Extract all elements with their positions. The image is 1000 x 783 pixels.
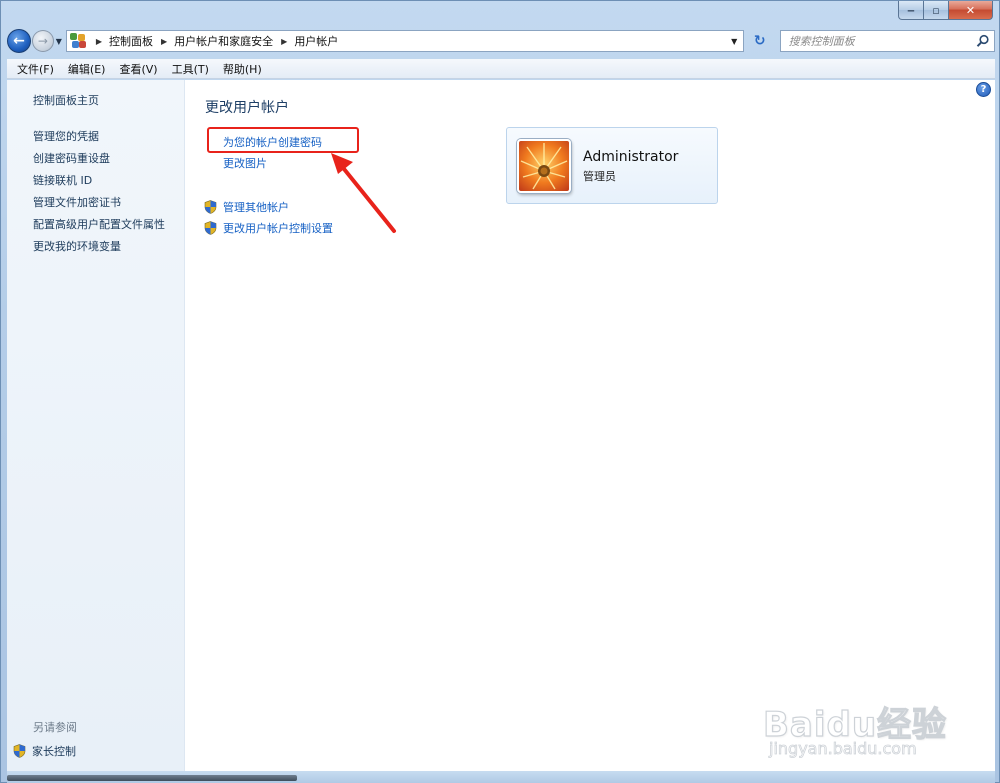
menu-bar: 文件(F) 编辑(E) 查看(V) 工具(T) 帮助(H) <box>7 59 995 79</box>
forward-arrow-icon: → <box>37 34 48 48</box>
flower-picture-icon <box>519 141 569 191</box>
breadcrumb-label: 用户帐户和家庭安全 <box>174 35 274 48</box>
maximize-button[interactable]: ▫ <box>924 1 949 20</box>
maximize-icon: ▫ <box>932 3 940 17</box>
taskbar-thumb <box>7 775 297 781</box>
sidebar-item-link-online-id[interactable]: 链接联机 ID <box>33 170 184 192</box>
recent-pages-dropdown[interactable]: ▼ <box>54 37 64 46</box>
back-arrow-icon: ← <box>13 33 25 49</box>
breadcrumb-label: 控制面板 <box>109 35 153 48</box>
address-bar[interactable]: ▶ 控制面板 ▶ 用户帐户和家庭安全 ▶ 用户帐户 ▼ <box>65 30 744 52</box>
user-name: Administrator <box>583 149 679 165</box>
search-box[interactable] <box>779 30 995 52</box>
menu-file[interactable]: 文件(F) <box>11 61 60 77</box>
user-avatar[interactable] <box>517 139 571 193</box>
change-picture-link[interactable]: 更改图片 <box>223 155 267 171</box>
page-title: 更改用户帐户 <box>205 100 289 116</box>
sidebar-control-panel-home[interactable]: 控制面板主页 <box>33 92 184 108</box>
menu-view[interactable]: 查看(V) <box>113 61 163 77</box>
close-button[interactable]: ✕ <box>949 1 993 20</box>
minimize-button[interactable]: ‒ <box>898 1 924 20</box>
refresh-button[interactable]: ↻ <box>748 30 772 52</box>
control-panel-icon <box>69 33 88 49</box>
sidebar-item-manage-credentials[interactable]: 管理您的凭据 <box>33 126 184 148</box>
content-area: 控制面板主页 管理您的凭据 创建密码重设盘 链接联机 ID 管理文件加密证书 配… <box>7 80 995 771</box>
breadcrumb-arrow-icon[interactable]: ▶ <box>281 37 287 46</box>
chevron-down-icon: ▼ <box>55 36 62 46</box>
main-panel: ? 更改用户帐户 为您的帐户创建密码 更改图片 管理其他帐户 更改用户帐户控制设… <box>185 80 995 771</box>
address-history-dropdown[interactable]: ▼ <box>726 31 743 51</box>
back-button[interactable]: ← <box>7 29 31 53</box>
window-frame: ‒ ▫ ✕ ← → ▼ ▶ 控制面板 ▶ 用户帐户和家庭安全 ▶ 用户帐户 ▼ … <box>0 0 1000 783</box>
parental-controls-label: 家长控制 <box>32 745 76 758</box>
refresh-icon: ↻ <box>753 33 766 49</box>
breadcrumb-control-panel[interactable]: ▶ 控制面板 <box>88 33 153 49</box>
close-icon: ✕ <box>965 3 976 17</box>
sidebar-item-advanced-profile-properties[interactable]: 配置高级用户配置文件属性 <box>33 214 184 236</box>
user-role: 管理员 <box>583 170 616 183</box>
chevron-down-icon: ▼ <box>731 36 738 46</box>
sidebar-item-password-reset-disk[interactable]: 创建密码重设盘 <box>33 148 184 170</box>
uac-settings-label: 更改用户帐户控制设置 <box>223 222 333 235</box>
minimize-icon: ‒ <box>907 3 915 17</box>
user-account-card: Administrator 管理员 <box>506 127 718 204</box>
sidebar-item-file-encryption-certs[interactable]: 管理文件加密证书 <box>33 192 184 214</box>
window-bottom-edge <box>7 771 995 783</box>
manage-other-accounts-label: 管理其他帐户 <box>223 201 289 214</box>
see-also-heading: 另请参阅 <box>33 721 77 734</box>
help-button[interactable]: ? <box>976 82 991 97</box>
manage-other-accounts-link[interactable]: 管理其他帐户 <box>204 199 289 215</box>
breadcrumb-arrow-icon[interactable]: ▶ <box>96 37 102 46</box>
breadcrumb-arrow-icon[interactable]: ▶ <box>161 37 167 46</box>
search-input[interactable] <box>788 34 969 48</box>
breadcrumb-user-accounts-family[interactable]: ▶ 用户帐户和家庭安全 <box>153 33 273 49</box>
navigation-bar: ← → ▼ ▶ 控制面板 ▶ 用户帐户和家庭安全 ▶ 用户帐户 ▼ ↻ 搜索控制… <box>7 27 995 55</box>
uac-settings-link[interactable]: 更改用户帐户控制设置 <box>204 220 333 236</box>
breadcrumb-user-accounts[interactable]: ▶ 用户帐户 <box>273 33 338 49</box>
sidebar-links: 管理您的凭据 创建密码重设盘 链接联机 ID 管理文件加密证书 配置高级用户配置… <box>33 126 184 258</box>
sidebar-item-parental-controls[interactable]: 家长控制 <box>13 743 76 759</box>
help-icon: ? <box>980 84 987 95</box>
uac-shield-icon <box>204 200 217 214</box>
menu-edit[interactable]: 编辑(E) <box>62 61 112 77</box>
uac-shield-icon <box>13 744 26 758</box>
caption-buttons: ‒ ▫ ✕ <box>898 1 993 21</box>
sidebar-item-environment-variables[interactable]: 更改我的环境变量 <box>33 236 184 258</box>
forward-button[interactable]: → <box>31 30 54 52</box>
uac-shield-icon <box>204 221 217 235</box>
create-password-link[interactable]: 为您的帐户创建密码 <box>223 134 322 150</box>
menu-tools[interactable]: 工具(T) <box>166 61 215 77</box>
task-sidebar: 控制面板主页 管理您的凭据 创建密码重设盘 链接联机 ID 管理文件加密证书 配… <box>7 80 185 771</box>
menu-help[interactable]: 帮助(H) <box>217 61 268 77</box>
search-icon[interactable] <box>976 34 990 48</box>
breadcrumb-label: 用户帐户 <box>294 35 339 48</box>
